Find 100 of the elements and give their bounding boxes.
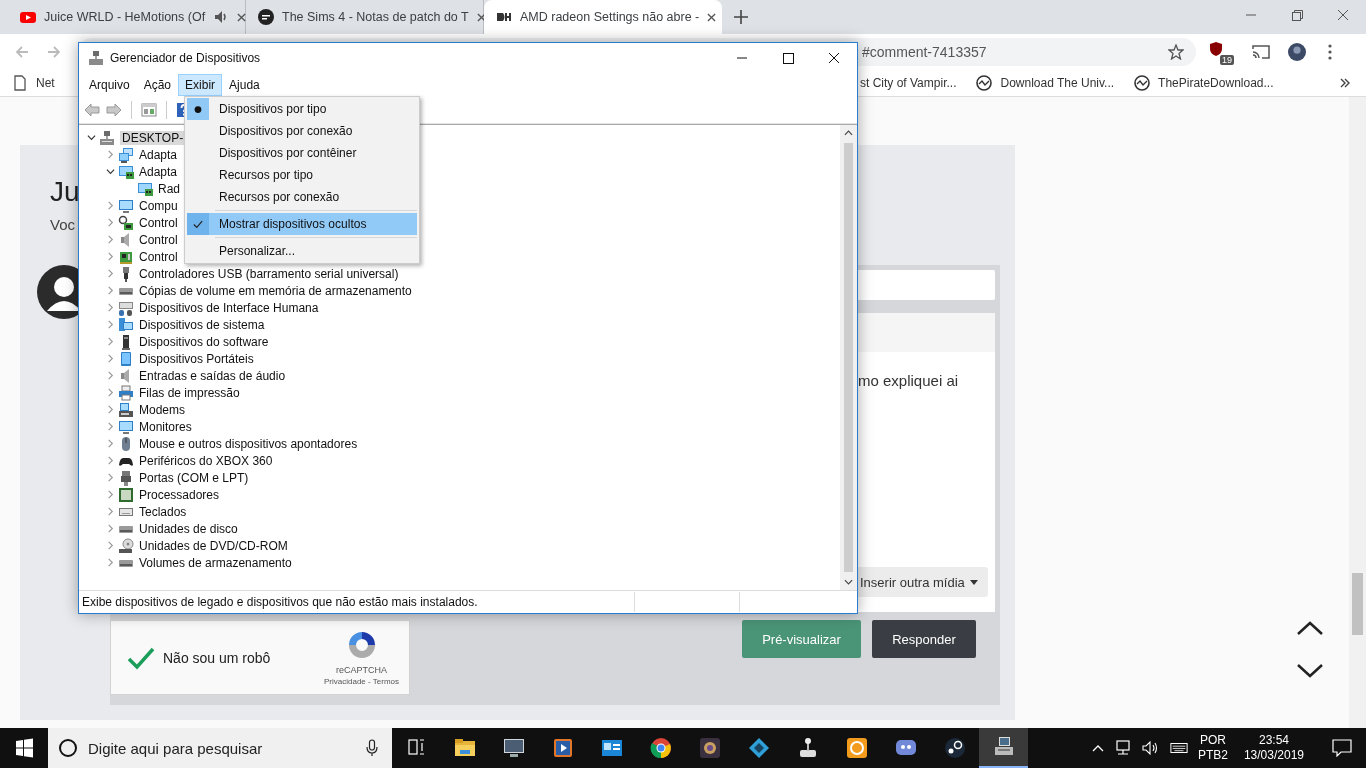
expand-icon[interactable]: [106, 218, 115, 227]
preview-button[interactable]: Pré-visualizar: [742, 620, 861, 658]
tree-item[interactable]: Filas de impressão: [139, 385, 240, 400]
bookmark[interactable]: Net: [12, 75, 55, 91]
menu-item[interactable]: Mostrar dispositivos ocultos: [187, 213, 417, 235]
forward-icon[interactable]: [106, 102, 122, 118]
menu-item[interactable]: Personalizar...: [187, 240, 417, 262]
tree-item[interactable]: Volumes de armazenamento: [139, 555, 292, 570]
expand-icon[interactable]: [106, 269, 115, 278]
tree-item[interactable]: Rad: [158, 181, 180, 196]
tree-item[interactable]: Adapta: [139, 164, 178, 179]
tree-item[interactable]: Dispositivos de Interface Humana: [139, 300, 319, 315]
expand-icon[interactable]: [106, 150, 115, 159]
tree-item[interactable]: Dispositivos Portáteis: [139, 351, 254, 366]
expand-icon[interactable]: [106, 235, 115, 244]
clock[interactable]: 23:54 13/03/2019: [1243, 733, 1304, 763]
tree-item[interactable]: Controladores USB (barramento serial universal): [139, 266, 399, 281]
language-indicator[interactable]: POR PTB2: [1197, 733, 1228, 763]
menu-item[interactable]: Dispositivos por contêiner: [187, 142, 417, 164]
scroll-down-icon[interactable]: [1297, 664, 1323, 678]
menu-item[interactable]: Recursos por tipo: [187, 164, 417, 186]
close-tab-icon[interactable]: [237, 12, 247, 22]
menu-item[interactable]: Ajuda: [222, 74, 267, 96]
new-tab-icon[interactable]: [734, 10, 748, 24]
expand-icon[interactable]: [106, 388, 115, 397]
scroll-up-icon[interactable]: [844, 130, 853, 136]
expand-icon[interactable]: [106, 320, 115, 329]
scrollbar[interactable]: [840, 125, 857, 590]
tree-item[interactable]: Adapta: [139, 147, 178, 162]
expand-icon[interactable]: [106, 201, 115, 210]
collapse-icon[interactable]: [106, 167, 115, 176]
taskbar-app[interactable]: [979, 728, 1028, 768]
expand-icon[interactable]: [106, 507, 115, 516]
show-hidden-icon[interactable]: [1091, 744, 1104, 752]
star-icon[interactable]: [1168, 44, 1184, 60]
expand-icon[interactable]: [106, 541, 115, 550]
expand-icon[interactable]: [106, 456, 115, 465]
tree-item[interactable]: Entradas e saídas de áudio: [139, 368, 286, 383]
menu-item[interactable]: Arquivo: [82, 74, 137, 96]
menu-item[interactable]: Dispositivos por conexão: [187, 120, 417, 142]
tree-item[interactable]: Dispositivos do software: [139, 334, 269, 349]
expand-icon[interactable]: [106, 439, 115, 448]
tree-item[interactable]: Compu: [139, 198, 178, 213]
tree-item[interactable]: Processadores: [139, 487, 220, 502]
menu-item[interactable]: Exibir: [178, 74, 223, 96]
expand-icon[interactable]: [106, 354, 115, 363]
tree-item[interactable]: Unidades de disco: [139, 521, 238, 536]
tree-item[interactable]: Cópias de volume em memória de armazenamento: [139, 283, 412, 298]
expand-icon[interactable]: [106, 286, 115, 295]
close-tab-icon[interactable]: [476, 12, 486, 22]
tree-item[interactable]: Modems: [139, 402, 185, 417]
bookmark[interactable]: ThePirateDownload...: [1134, 75, 1274, 91]
expand-icon[interactable]: [106, 371, 115, 380]
notification-icon[interactable]: [1332, 739, 1352, 757]
volume-icon[interactable]: [1141, 740, 1160, 756]
reply-button[interactable]: Responder: [872, 620, 976, 658]
tree-item[interactable]: Monitores: [139, 419, 192, 434]
keyboard-icon[interactable]: [1169, 740, 1188, 756]
close-tab-icon[interactable]: [707, 12, 717, 22]
expand-icon[interactable]: [106, 473, 115, 482]
collapse-icon[interactable]: [87, 133, 96, 142]
browser-tab[interactable]: AMD radeon Settings não abre -: [484, 0, 722, 34]
scrollbar[interactable]: [1349, 97, 1366, 728]
microphone-icon[interactable]: [366, 739, 378, 757]
tree-item[interactable]: Control: [139, 249, 178, 264]
properties-icon[interactable]: [141, 102, 157, 118]
menu-item[interactable]: Ação: [136, 74, 179, 96]
bookmark[interactable]: st City of Vampir...: [860, 76, 957, 90]
tree-item[interactable]: Control: [139, 215, 178, 230]
expand-icon[interactable]: [106, 303, 115, 312]
scroll-up-icon[interactable]: [1297, 621, 1323, 635]
menu-item[interactable]: Dispositivos por tipo: [187, 98, 417, 120]
expand-icon[interactable]: [106, 558, 115, 567]
menu-item[interactable]: Recursos por conexão: [187, 186, 417, 208]
scroll-down-icon[interactable]: [844, 579, 853, 585]
search-field[interactable]: Digite aqui para pesquisar: [48, 728, 392, 768]
network-icon[interactable]: [1113, 740, 1132, 756]
more-bookmarks-icon[interactable]: [1340, 78, 1350, 88]
tree-item[interactable]: Dispositivos de sistema: [139, 317, 265, 332]
tree-item[interactable]: Mouse e outros dispositivos apontadores: [139, 436, 358, 451]
expand-icon[interactable]: [106, 252, 115, 261]
tree-item[interactable]: DESKTOP-: [120, 130, 186, 145]
expand-icon[interactable]: [106, 524, 115, 533]
back-icon[interactable]: [84, 102, 100, 118]
tree-item[interactable]: Portas (COM e LPT): [139, 470, 249, 485]
privacy-terms-link[interactable]: Privacidade - Termos: [324, 677, 399, 686]
tree-item[interactable]: Teclados: [139, 504, 187, 519]
extension-button[interactable]: 19: [1206, 39, 1234, 65]
expand-icon[interactable]: [106, 422, 115, 431]
expand-icon[interactable]: [106, 405, 115, 414]
expand-icon[interactable]: [106, 337, 115, 346]
cast-icon[interactable]: [1252, 43, 1270, 61]
checkmark-icon[interactable]: [127, 645, 155, 670]
menu-icon[interactable]: [1328, 44, 1332, 60]
expand-icon[interactable]: [106, 490, 115, 499]
tree-item[interactable]: Unidades de DVD/CD-ROM: [139, 538, 288, 553]
tree-item[interactable]: Periféricos do XBOX 360: [139, 453, 273, 468]
bookmark[interactable]: Download The Univ...: [976, 75, 1115, 91]
insert-media-button[interactable]: Inserir outra mídia: [856, 567, 988, 597]
tree-item[interactable]: Control: [139, 232, 178, 247]
